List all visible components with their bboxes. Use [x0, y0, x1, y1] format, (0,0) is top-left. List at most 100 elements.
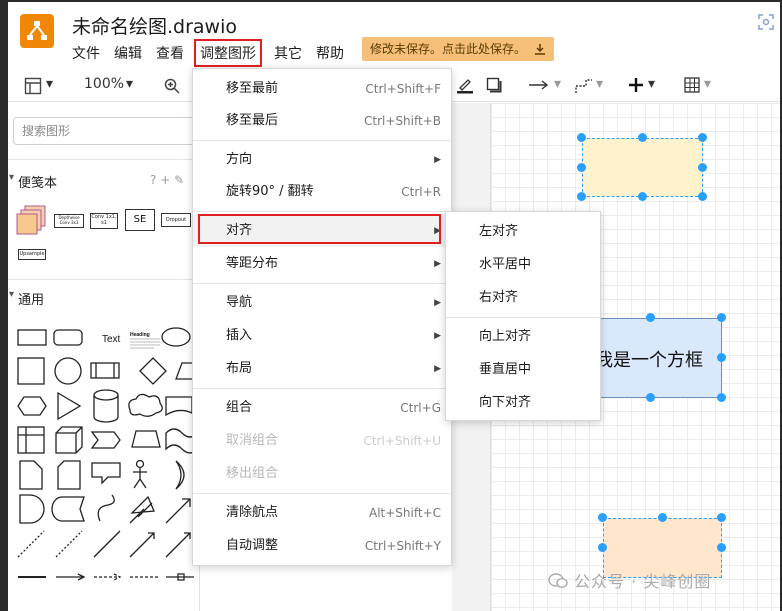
format-panel-icon[interactable] — [24, 77, 42, 95]
crescent-shape — [175, 460, 185, 490]
zoom-in-icon[interactable] — [164, 78, 180, 94]
menu-separator — [193, 283, 451, 284]
align-highlight-box — [198, 214, 441, 244]
resize-handle[interactable] — [717, 353, 726, 362]
general-title[interactable]: 通用 — [9, 289, 44, 308]
submenu-arrow-icon: ▶ — [434, 298, 441, 308]
submenu-arrow-icon: ▶ — [434, 259, 441, 269]
sidebar-divider — [8, 279, 200, 280]
menu-item-clear-waypoints[interactable]: 清除航点 Alt+Shift+C — [193, 497, 451, 529]
menu-item-group[interactable]: 组合 Ctrl+G — [193, 392, 451, 424]
submenu-arrow-icon: ▶ — [434, 331, 441, 341]
menu-view[interactable]: 查看 — [156, 43, 184, 63]
submenu-item-align-left[interactable]: 左对齐 — [446, 216, 600, 248]
scratch-conv[interactable]: Conv 1x1, s1 — [90, 213, 118, 229]
arrange-menu: 移至最前 Ctrl+Shift+F 移至最后 Ctrl+Shift+B 方向 ▶ 旋转… — [192, 68, 452, 566]
cylinder-shape — [93, 389, 119, 423]
trapezoid-shape — [131, 430, 161, 448]
resize-handle[interactable] — [698, 133, 707, 142]
scratch-stacked-shape[interactable] — [16, 205, 48, 235]
menu-item-direction[interactable]: 方向 ▶ — [193, 144, 451, 176]
menu-item-to-back[interactable]: 移至最后 Ctrl+Shift+B — [193, 105, 451, 137]
submenu-item-align-center[interactable]: 水平居中 — [446, 249, 600, 281]
resize-handle[interactable] — [577, 163, 586, 172]
connection-chevron-icon[interactable]: ▾ — [554, 76, 561, 92]
resize-handle[interactable] — [598, 513, 607, 522]
watermark: 公众号 · 尖峰创圈 — [548, 568, 711, 592]
menu-item-distribute[interactable]: 等距分布 ▶ — [193, 248, 451, 280]
waypoint-style-icon[interactable] — [574, 77, 594, 95]
shadow-icon[interactable] — [486, 77, 502, 93]
submenu-item-align-bottom[interactable]: 向下对齐 — [446, 387, 600, 419]
menu-item-layout[interactable]: 布局 ▶ — [193, 353, 451, 385]
menu-separator — [446, 317, 600, 318]
resize-handle[interactable] — [638, 192, 647, 201]
document-title[interactable]: 未命名绘图.drawio — [72, 12, 237, 39]
diamond-shape — [139, 357, 167, 385]
triangle-shape — [57, 391, 82, 421]
callout-shape — [91, 462, 121, 485]
menu-edit[interactable]: 编辑 — [114, 43, 142, 63]
add-icon[interactable]: + — [160, 173, 170, 187]
menu-arrange[interactable]: 调整图形 — [194, 39, 262, 67]
format-panel-chevron-icon[interactable]: ▾ — [46, 76, 53, 92]
menu-help[interactable]: 帮助 — [316, 43, 344, 63]
resize-handle[interactable] — [646, 313, 655, 322]
menu-item-autosize[interactable]: 自动调整 Ctrl+Shift+Y — [193, 530, 451, 562]
waypoint-chevron-icon[interactable]: ▾ — [596, 76, 603, 92]
step-shape — [90, 431, 121, 449]
resize-handle[interactable] — [717, 543, 726, 552]
scratch-dropout[interactable]: Dropout — [161, 213, 191, 227]
edit-icon[interactable]: ✎ — [174, 173, 184, 187]
download-icon — [535, 44, 546, 55]
resize-handle[interactable] — [598, 543, 607, 552]
connection-arrow-icon[interactable] — [528, 80, 550, 90]
unsaved-changes-button[interactable]: 修改未保存。点击此处保存。 — [362, 37, 555, 61]
scratch-se[interactable]: SE — [125, 209, 155, 231]
menu-item-rotate-flip[interactable]: 旋转90° / 翻转 Ctrl+R — [193, 176, 451, 208]
delay-shape — [19, 494, 45, 524]
table-icon[interactable] — [684, 77, 700, 93]
menu-item-insert[interactable]: 插入 ▶ — [193, 320, 451, 352]
scratch-upsample[interactable]: Upsample — [18, 249, 46, 260]
selected-yellow-box[interactable] — [582, 138, 703, 197]
menu-item-navigation[interactable]: 导航 ▶ — [193, 287, 451, 319]
menu-item-to-front[interactable]: 移至最前 Ctrl+Shift+F — [193, 73, 451, 105]
cloud-shape — [128, 393, 163, 417]
menu-separator — [193, 493, 451, 494]
fullscreen-icon[interactable] — [756, 12, 776, 32]
resize-handle[interactable] — [698, 192, 707, 201]
menu-item-remove-from-group[interactable]: 移出组合 — [193, 458, 451, 490]
submenu-item-align-right[interactable]: 右对齐 — [446, 282, 600, 314]
menu-file[interactable]: 文件 — [72, 43, 100, 63]
zoom-level[interactable]: 100% — [84, 76, 124, 92]
resize-handle[interactable] — [577, 192, 586, 201]
save-notice-text: 修改未保存。点击此处保存。 — [370, 42, 527, 56]
document-shape — [165, 396, 193, 417]
menu-item-ungroup[interactable]: 取消组合 Ctrl+Shift+U — [193, 425, 451, 457]
table-chevron-icon[interactable]: ▾ — [704, 76, 711, 92]
shape-search-input[interactable]: 搜索图形 — [13, 117, 203, 145]
insert-plus-icon[interactable] — [628, 77, 644, 93]
blue-box-label[interactable]: 我是一个方框 — [595, 346, 703, 372]
resize-handle[interactable] — [717, 313, 726, 322]
resize-handle[interactable] — [658, 513, 667, 522]
submenu-item-align-top[interactable]: 向上对齐 — [446, 321, 600, 353]
wechat-icon — [548, 573, 568, 589]
resize-handle[interactable] — [646, 393, 655, 402]
menu-extras[interactable]: 其它 — [274, 43, 302, 63]
resize-handle[interactable] — [577, 133, 586, 142]
insert-chevron-icon[interactable]: ▾ — [648, 76, 655, 92]
scratch-depthwise-conv[interactable]: Depthwise Conv 3x3 — [54, 214, 84, 228]
help-icon[interactable]: ? — [150, 173, 156, 187]
submenu-item-align-middle[interactable]: 垂直居中 — [446, 354, 600, 386]
scratchpad-title[interactable]: 便笺本 — [9, 172, 57, 191]
resize-handle[interactable] — [638, 133, 647, 142]
actor-shape — [133, 468, 147, 489]
resize-handle[interactable] — [698, 163, 707, 172]
resize-handle[interactable] — [717, 393, 726, 402]
resize-handle[interactable] — [717, 513, 726, 522]
line-color-icon[interactable] — [456, 76, 474, 94]
zoom-chevron-icon[interactable]: ▾ — [126, 76, 133, 92]
rectangle-shape — [17, 329, 47, 346]
